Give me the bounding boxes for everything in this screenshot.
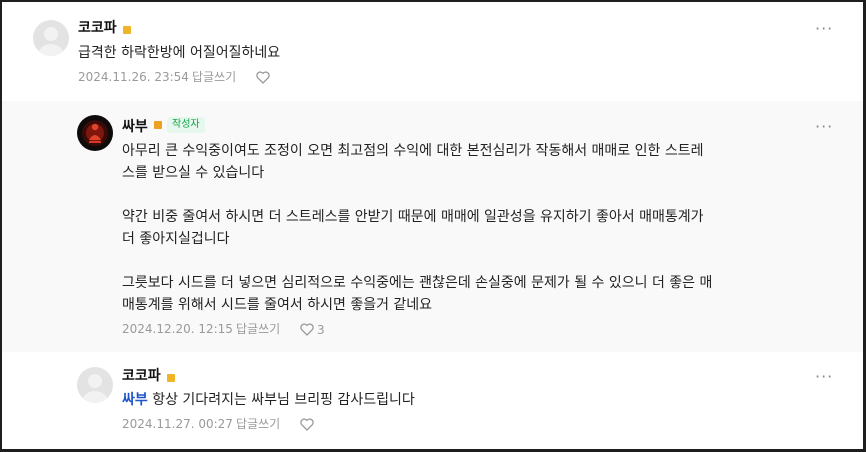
default-profile-icon[interactable] (33, 20, 69, 56)
comment-timestamp: 2024.11.26. 23:54 (78, 70, 189, 84)
like-count: 3 (317, 323, 325, 337)
reply-button[interactable]: 답글쓰기 (236, 416, 280, 432)
comment-item: 코코파 ··· 급격한 하락한방에 어질어질하네요 2024.11.26. 23… (2, 2, 863, 101)
reply-button[interactable]: 답글쓰기 (236, 321, 280, 337)
writer-badge: 작성자 (167, 117, 205, 133)
comment-text-line: 그릇보다 시드를 더 넣으면 심리적으로 수익중에는 괜찮은데 손실중에 문제가… (122, 275, 713, 291)
comment-timestamp: 2024.11.27. 00:27 (122, 417, 233, 431)
member-level-icon (123, 26, 131, 34)
comment-list: 코코파 ··· 급격한 하락한방에 어질어질하네요 2024.11.26. 23… (2, 2, 863, 449)
member-level-icon (167, 374, 175, 382)
comment-timestamp: 2024.12.20. 12:15 (122, 322, 233, 336)
comment-text: 급격한 하락한방에 어질어질하네요 (78, 45, 281, 61)
more-options-icon[interactable]: ··· (815, 21, 832, 40)
comment-nickname[interactable]: 싸부 (122, 118, 148, 136)
more-options-icon[interactable]: ··· (815, 119, 832, 138)
reply-comment-item: 싸부 작성자 ··· 아무리 큰 수익중이여도 조정이 오면 최고점의 수익에 … (2, 101, 863, 352)
comment-text-line: 더 좋아지실겁니다 (122, 231, 230, 247)
comment-nickname[interactable]: 코코파 (122, 367, 161, 385)
member-level-icon (154, 121, 162, 129)
like-heart-icon[interactable] (300, 418, 314, 431)
like-heart-icon[interactable] (256, 71, 270, 84)
reply-comment-item: 코코파 ··· 싸부 항상 기다려지는 싸부님 브리핑 감사드립니다 2024.… (2, 352, 863, 449)
comment-text-line: 아무리 큰 수익중이여도 조정이 오면 최고점의 수익에 대한 본전심리가 작동… (122, 143, 704, 159)
like-heart-icon[interactable] (300, 323, 314, 336)
default-profile-icon[interactable] (77, 367, 113, 403)
comment-text-body: 항상 기다려지는 싸부님 브리핑 감사드립니다 (152, 392, 415, 408)
comment-text-line: 매통계를 위해서 시드를 줄여서 하시면 좋을거 같네요 (122, 297, 433, 313)
mention-link[interactable]: 싸부 (122, 392, 148, 408)
comment-text: 싸부 항상 기다려지는 싸부님 브리핑 감사드립니다 (122, 389, 415, 412)
comment-text-line: 스를 받으실 수 있습니다 (122, 165, 265, 181)
comment-nickname[interactable]: 코코파 (78, 19, 117, 37)
comment-text-line: 약간 비중 줄여서 하시면 더 스트레스를 안받기 때문에 매매에 일관성을 유… (122, 209, 704, 225)
reply-button[interactable]: 답글쓰기 (192, 69, 236, 85)
more-options-icon[interactable]: ··· (815, 369, 832, 388)
buddha-profile-icon[interactable] (77, 115, 113, 151)
